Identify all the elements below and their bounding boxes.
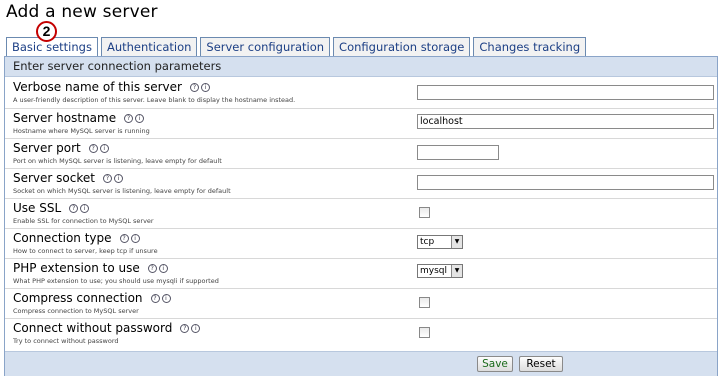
field-row-server-hostname: Server hostname? i Hostname where MySQL s… [5, 108, 717, 139]
select-value: mysql [420, 266, 447, 276]
server-hostname-input[interactable]: localhost [417, 114, 714, 129]
field-label: Use SSL [13, 201, 62, 215]
field-label: Server socket [13, 171, 95, 185]
field-description: Port on which MySQL server is listening,… [13, 157, 222, 165]
save-button[interactable]: Save [477, 356, 513, 372]
field-row-verbose-name: Verbose name of this server? i A user-fri… [5, 78, 717, 108]
field-description: Socket on which MySQL server is listenin… [13, 187, 231, 195]
help-icon[interactable]: ? [180, 323, 190, 333]
field-description: A user-friendly description of this serv… [13, 96, 296, 104]
field-label: PHP extension to use [13, 261, 140, 275]
server-socket-input[interactable] [417, 175, 714, 190]
help-icon[interactable]: ? [88, 143, 98, 153]
documentation-icon[interactable]: i [200, 82, 210, 92]
field-label: Server hostname [13, 111, 117, 125]
tab-server-configuration[interactable]: Server configuration [200, 37, 331, 56]
help-icon[interactable]: ? [150, 293, 160, 303]
documentation-icon[interactable]: i [161, 293, 171, 303]
field-row-server-socket: Server socket? i Socket on which MySQL se… [5, 168, 717, 199]
field-label: Compress connection [13, 291, 143, 305]
help-icon[interactable]: ? [102, 173, 112, 183]
panel-legend: Enter server connection parameters [5, 57, 717, 77]
help-icon[interactable]: ? [124, 113, 134, 123]
documentation-icon[interactable]: i [99, 143, 109, 153]
tab-configuration-storage[interactable]: Configuration storage [333, 37, 471, 56]
field-row-compress-connection: Compress connection? i Compress connectio… [5, 288, 717, 319]
server-port-input[interactable] [417, 145, 499, 160]
help-icon[interactable]: ? [69, 203, 79, 213]
help-icon[interactable]: ? [189, 82, 199, 92]
chevron-down-icon[interactable]: ▼ [451, 236, 462, 248]
field-description: Compress connection to MySQL server [13, 307, 139, 315]
step-number-badge: 2 [36, 21, 57, 42]
verbose-name-input[interactable] [417, 85, 714, 100]
use-ssl-checkbox[interactable] [419, 207, 430, 218]
field-label: Connection type [13, 231, 112, 245]
documentation-icon[interactable]: i [191, 323, 201, 333]
reset-button[interactable]: Reset [519, 356, 563, 372]
field-label: Verbose name of this server [13, 80, 182, 94]
field-description: Enable SSL for connection to MySQL serve… [13, 217, 154, 225]
help-icon[interactable]: ? [147, 263, 157, 273]
server-settings-panel: Enter server connection parameters Verbo… [4, 56, 718, 376]
documentation-icon[interactable]: i [135, 113, 145, 123]
field-row-php-extension: PHP extension to use? i What PHP extensio… [5, 258, 717, 289]
tab-changes-tracking[interactable]: Changes tracking [473, 37, 587, 56]
field-description: How to connect to server, keep tcp if un… [13, 247, 158, 255]
field-row-server-port: Server port? i Port on which MySQL server… [5, 138, 717, 169]
field-description: Try to connect without password [13, 337, 119, 345]
field-label: Connect without password [13, 321, 173, 335]
documentation-icon[interactable]: i [158, 263, 168, 273]
compress-connection-checkbox[interactable] [419, 297, 430, 308]
tab-authentication[interactable]: Authentication [100, 37, 198, 56]
documentation-icon[interactable]: i [80, 203, 90, 213]
field-row-use-ssl: Use SSL? i Enable SSL for connection to M… [5, 198, 717, 229]
php-extension-select[interactable]: mysql ▼ [417, 264, 463, 278]
field-label: Server port [13, 141, 81, 155]
field-row-connection-type: Connection type? i How to connect to serv… [5, 228, 717, 259]
field-row-connect-without-password: Connect without password? i Try to connec… [5, 318, 717, 351]
field-description: Hostname where MySQL server is running [13, 127, 150, 135]
help-icon[interactable]: ? [119, 233, 129, 243]
connection-type-select[interactable]: tcp ▼ [417, 235, 463, 249]
connect-without-password-checkbox[interactable] [419, 327, 430, 338]
tab-bar: Basic settings Authentication Server con… [6, 37, 589, 57]
documentation-icon[interactable]: i [113, 173, 123, 183]
page-title: Add a new server [6, 2, 158, 22]
documentation-icon[interactable]: i [130, 233, 140, 243]
form-footer: Save Reset [5, 351, 717, 376]
chevron-down-icon[interactable]: ▼ [451, 265, 462, 277]
select-value: tcp [420, 237, 435, 247]
field-description: What PHP extension to use; you should us… [13, 277, 219, 285]
